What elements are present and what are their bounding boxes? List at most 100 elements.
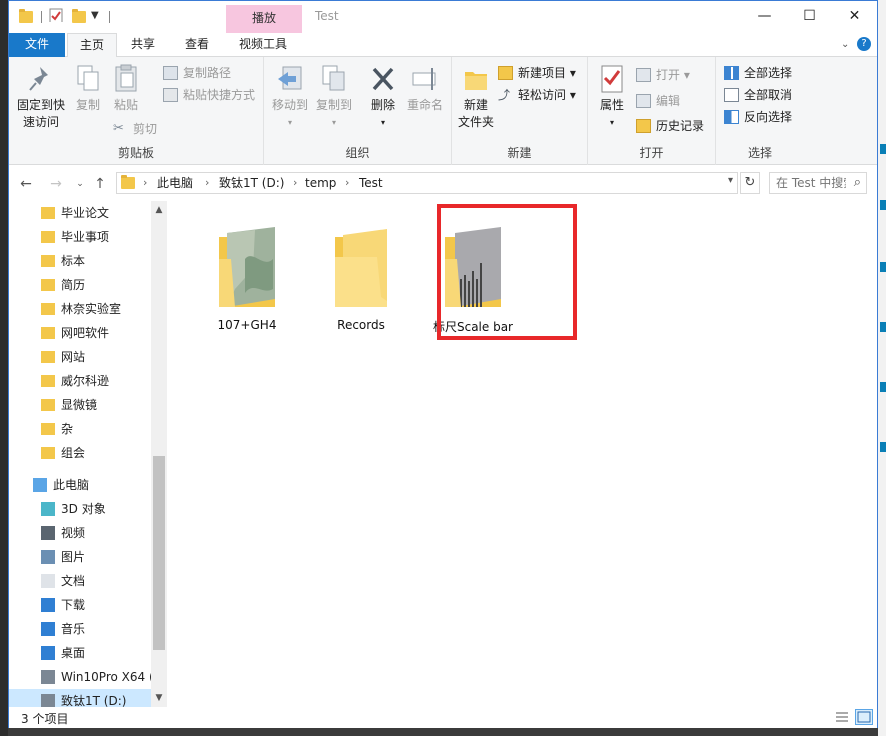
breadcrumb-this-pc[interactable]: 此电脑 (157, 175, 193, 191)
status-bar: 3 个项目 (9, 707, 877, 728)
sidebar-item[interactable]: 林奈实验室 (9, 297, 151, 321)
breadcrumb-test[interactable]: Test (359, 175, 383, 191)
tab-file[interactable]: 文件 (9, 33, 65, 57)
sidebar-item[interactable]: 威尔科逊 (9, 369, 151, 393)
chevron-down-icon[interactable]: ⌄ (841, 39, 851, 50)
easy-access-button[interactable]: ⤴ 轻松访问 ▾ (498, 85, 576, 105)
scroll-down-icon[interactable]: ▼ (151, 691, 167, 705)
sidebar-item-label: 组会 (61, 446, 86, 460)
sidebar-item[interactable]: 视频 (9, 521, 151, 545)
minimize-button[interactable]: — (742, 1, 787, 31)
pin-to-quick-access-button[interactable]: 固定到快 速访问 (13, 63, 69, 131)
sidebar-item[interactable]: 网吧软件 (9, 321, 151, 345)
background-window-edge-left (0, 0, 8, 736)
group-label-clipboard: 剪贴板 (117, 146, 154, 160)
refresh-icon[interactable]: ↻ (740, 172, 760, 194)
chevron-down-icon[interactable]: ▼ (91, 10, 105, 24)
sidebar-item[interactable]: 此电脑 (9, 473, 151, 497)
select-all-button[interactable]: 全部选择 (724, 63, 792, 83)
new-item-button[interactable]: 新建项目 ▾ (498, 63, 576, 83)
edit-button[interactable]: 编辑 (636, 91, 680, 111)
tab-view[interactable]: 查看 (173, 33, 221, 57)
paste-button[interactable]: 粘贴 (109, 63, 143, 114)
background-mark (880, 200, 886, 210)
address-bar[interactable]: › 此电脑 › 致钛1T (D:) › temp › Test ▾ (116, 172, 738, 194)
folder-icon (41, 447, 55, 459)
search-box[interactable]: ⌕ (769, 172, 867, 194)
sidebar-item[interactable]: 桌面 (9, 641, 151, 665)
select-none-label: 全部取消 (744, 88, 793, 102)
tab-share[interactable]: 共享 (119, 33, 167, 57)
large-icons-view-icon[interactable] (855, 709, 873, 725)
sidebar-item[interactable]: 致钛1T (D:) (9, 689, 151, 707)
breadcrumb-separator-icon[interactable]: › (143, 175, 147, 191)
sidebar-item[interactable]: 文档 (9, 569, 151, 593)
copy-button[interactable]: 复制 (71, 63, 105, 114)
file-list-pane: 107+GH4 Records 标尺Scale bar (167, 201, 877, 707)
recent-locations-chevron-icon[interactable]: ⌄ (71, 175, 89, 193)
sidebar-item[interactable]: Win10Pro X64 ( (9, 665, 154, 689)
delete-button[interactable]: 删除 ▾ (364, 63, 402, 131)
sidebar-item-label: 3D 对象 (61, 502, 106, 516)
history-button[interactable]: 历史记录 (636, 116, 704, 136)
search-input[interactable] (776, 175, 846, 191)
sidebar-item[interactable]: 3D 对象 (9, 497, 151, 521)
copy-path-button[interactable]: 复制路径 (163, 63, 231, 83)
move-to-button[interactable]: 移动到 ▾ (268, 63, 312, 131)
sidebar-item[interactable]: 杂 (9, 417, 151, 441)
folder-thumbnail-icon (219, 227, 275, 307)
open-button[interactable]: 打开 ▾ (636, 65, 690, 85)
separator (109, 11, 110, 23)
help-icon[interactable]: ? (857, 37, 871, 51)
folder-item-records[interactable]: Records (315, 213, 407, 333)
sidebar-item[interactable]: 组会 (9, 441, 151, 465)
details-view-icon[interactable] (833, 709, 851, 725)
forward-arrow-icon[interactable]: → (47, 175, 65, 193)
sidebar-item[interactable]: 标本 (9, 249, 151, 273)
search-icon[interactable]: ⌕ (854, 175, 861, 190)
folder-icon (19, 9, 33, 23)
sidebar-item[interactable]: 网站 (9, 345, 151, 369)
breadcrumb-separator-icon[interactable]: › (345, 175, 349, 191)
sidebar-item[interactable]: 简历 (9, 273, 151, 297)
sidebar-item[interactable]: 毕业论文 (9, 201, 151, 225)
scrollbar-thumb[interactable] (153, 456, 165, 650)
navigation-pane: 毕业论文 毕业事项 标本 简历 林奈实验室 网吧软件 网站 威尔科逊 显微镜杂组会此电脑 3D 对… (9, 201, 167, 707)
tab-home[interactable]: 主页 (67, 33, 118, 58)
folder-item-107-gh4[interactable]: 107+GH4 (201, 213, 293, 333)
rename-button[interactable]: 重命名 (404, 63, 446, 114)
pin-label-line1: 固定到快 (16, 98, 65, 112)
maximize-button[interactable]: ☐ (787, 1, 832, 31)
folder-icon (41, 327, 55, 339)
sidebar-item[interactable]: 显微镜 (9, 393, 151, 417)
up-arrow-icon[interactable]: ↑ (91, 175, 109, 193)
back-arrow-icon[interactable]: ← (17, 175, 35, 193)
scroll-up-icon[interactable]: ▲ (151, 203, 167, 217)
chevron-down-icon[interactable]: ▾ (728, 175, 733, 186)
breadcrumb-separator-icon[interactable]: › (293, 175, 297, 191)
breadcrumb-separator-icon[interactable]: › (205, 175, 209, 191)
close-button[interactable]: ✕ (832, 1, 877, 31)
copy-to-button[interactable]: 复制到 ▾ (312, 63, 356, 131)
invert-selection-button[interactable]: 反向选择 (724, 107, 792, 127)
sidebar-item[interactable]: 音乐 (9, 617, 151, 641)
sidebar-item[interactable]: 下载 (9, 593, 151, 617)
sidebar-scrollbar[interactable]: ▲ ▼ (151, 201, 167, 707)
copy-icon (77, 65, 99, 91)
new-item-label: 新建项目 ▾ (518, 66, 576, 80)
sidebar-item[interactable]: 图片 (9, 545, 151, 569)
properties-icon[interactable] (49, 8, 63, 22)
breadcrumb-temp[interactable]: temp (305, 175, 336, 191)
select-none-button[interactable]: 全部取消 (724, 85, 792, 105)
sidebar-item[interactable]: 毕业事项 (9, 225, 151, 249)
properties-button[interactable]: 属性 ▾ (594, 63, 630, 131)
tab-video-tools[interactable]: 视频工具 (227, 33, 299, 57)
paste-shortcut-button[interactable]: 粘贴快捷方式 (163, 85, 255, 105)
breadcrumb-drive-d[interactable]: 致钛1T (D:) (219, 175, 284, 191)
sidebar-item-label: 音乐 (61, 622, 86, 636)
new-folder-button[interactable]: 新建 文件夹 (456, 63, 496, 131)
cut-button[interactable]: ✂ 剪切 (113, 119, 157, 139)
new-folder-icon[interactable] (72, 9, 86, 23)
chevron-down-icon: ▾ (331, 118, 336, 127)
paste-icon (115, 64, 137, 92)
